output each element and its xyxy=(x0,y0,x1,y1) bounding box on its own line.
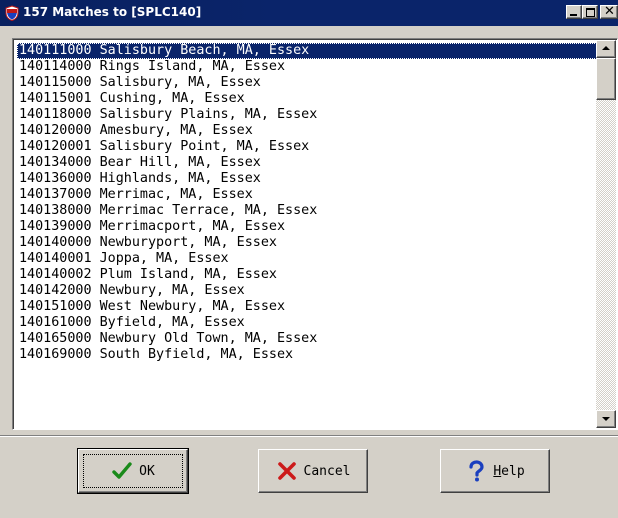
list-item[interactable]: 140115001 Cushing, MA, Essex xyxy=(17,91,607,107)
help-label: Help xyxy=(493,464,524,479)
list-item[interactable]: 140151000 West Newbury, MA, Essex xyxy=(17,299,607,315)
minimize-button[interactable] xyxy=(566,5,582,19)
shield-icon xyxy=(5,5,19,21)
matches-list: 140111000 Salisbury Beach, MA, Essex 1401… xyxy=(17,43,607,363)
title-bar[interactable]: 157 Matches to [SPLC140] ✕ xyxy=(0,0,618,26)
help-button[interactable]: Help xyxy=(440,449,550,493)
list-item[interactable]: 140140000 Newburyport, MA, Essex xyxy=(17,235,607,251)
maximize-button[interactable] xyxy=(582,5,598,19)
list-item[interactable]: 140142000 Newbury, MA, Essex xyxy=(17,283,607,299)
list-item[interactable]: 140161000 Byfield, MA, Essex xyxy=(17,315,607,331)
vertical-scrollbar[interactable] xyxy=(596,40,616,428)
help-label-rest: elp xyxy=(501,463,525,479)
list-item[interactable]: 140138000 Merrimac Terrace, MA, Essex xyxy=(17,203,607,219)
divider xyxy=(0,435,618,437)
list-item[interactable]: 140169000 South Byfield, MA, Essex xyxy=(17,347,607,363)
question-mark-icon xyxy=(469,460,484,482)
ok-label: OK xyxy=(139,463,155,479)
list-item[interactable]: 140140002 Plum Island, MA, Essex xyxy=(17,267,607,283)
list-item[interactable]: 140134000 Bear Hill, MA, Essex xyxy=(17,155,607,171)
scroll-thumb[interactable] xyxy=(596,58,616,100)
checkmark-icon xyxy=(112,462,132,479)
ok-button[interactable]: OK xyxy=(77,448,189,494)
scroll-down-button[interactable] xyxy=(596,410,616,428)
close-icon: ✕ xyxy=(604,4,615,19)
x-mark-icon xyxy=(277,462,296,480)
cancel-button[interactable]: Cancel xyxy=(258,449,368,493)
list-item[interactable]: 140165000 Newbury Old Town, MA, Essex xyxy=(17,331,607,347)
list-item[interactable]: 140140001 Joppa, MA, Essex xyxy=(17,251,607,267)
window-title: 157 Matches to [SPLC140] xyxy=(23,5,202,19)
matches-dialog: 157 Matches to [SPLC140] ✕ 140111000 Sal… xyxy=(0,0,618,518)
list-item[interactable]: 140111000 Salisbury Beach, MA, Essex xyxy=(17,43,607,59)
list-item[interactable]: 140137000 Merrimac, MA, Essex xyxy=(17,187,607,203)
list-item[interactable]: 140136000 Highlands, MA, Essex xyxy=(17,171,607,187)
list-item[interactable]: 140115000 Salisbury, MA, Essex xyxy=(17,75,607,91)
list-item[interactable]: 140139000 Merrimacport, MA, Essex xyxy=(17,219,607,235)
cancel-label: Cancel xyxy=(303,463,351,479)
close-button[interactable]: ✕ xyxy=(600,4,618,19)
list-item[interactable]: 140120000 Amesbury, MA, Essex xyxy=(17,123,607,139)
help-mnemonic: H xyxy=(493,463,502,479)
scroll-up-button[interactable] xyxy=(596,40,616,58)
list-item[interactable]: 140120001 Salisbury Point, MA, Essex xyxy=(17,139,607,155)
list-item[interactable]: 140114000 Rings Island, MA, Essex xyxy=(17,59,607,75)
matches-listbox[interactable]: 140111000 Salisbury Beach, MA, Essex 1401… xyxy=(12,38,618,430)
list-item[interactable]: 140118000 Salisbury Plains, MA, Essex xyxy=(17,107,607,123)
